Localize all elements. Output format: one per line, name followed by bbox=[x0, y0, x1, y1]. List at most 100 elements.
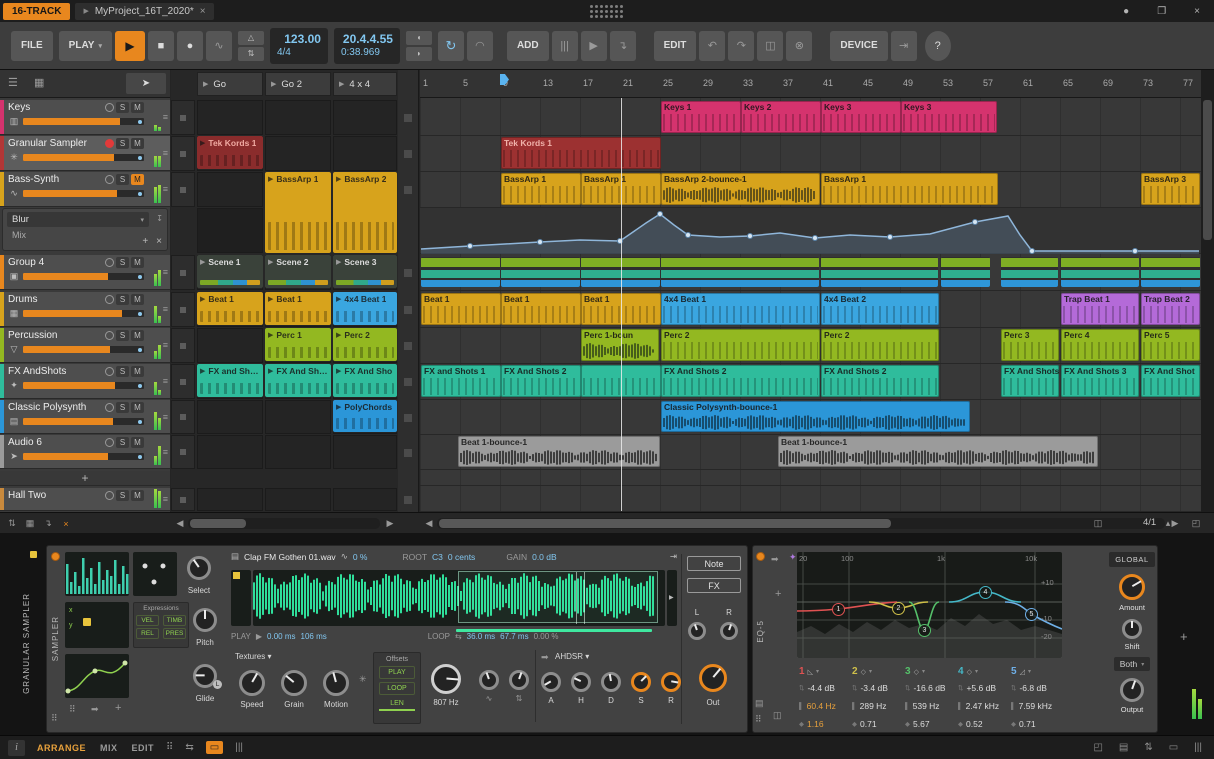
clip-stop-button[interactable] bbox=[171, 136, 195, 171]
launcher-cell[interactable] bbox=[333, 100, 397, 135]
eq-band-node[interactable]: 1 bbox=[832, 603, 845, 616]
expression-rel[interactable]: REL bbox=[136, 628, 159, 639]
window-close-icon[interactable]: × bbox=[1194, 6, 1200, 17]
group-content-clip[interactable] bbox=[661, 257, 819, 287]
launcher-cell[interactable] bbox=[265, 136, 331, 171]
launcher-cell[interactable] bbox=[197, 328, 263, 363]
group-content-clip[interactable] bbox=[1001, 257, 1058, 287]
eq-band-freq[interactable]: ▌ 60.4 Hz bbox=[797, 697, 849, 715]
launcher-cell[interactable] bbox=[197, 400, 263, 434]
clip-stop-button[interactable] bbox=[171, 488, 195, 511]
scene-header[interactable]: ▶ Go 2 bbox=[265, 72, 331, 96]
left-pan-knob[interactable] bbox=[688, 622, 706, 640]
textures-select[interactable]: Textures ▾ bbox=[235, 652, 291, 661]
arranger-stop-button[interactable] bbox=[404, 306, 412, 314]
clip-play-icon[interactable]: ▶ bbox=[200, 295, 205, 303]
arranger-clip[interactable]: FX And Shots 2 bbox=[501, 365, 581, 397]
volume-fader[interactable] bbox=[23, 273, 144, 280]
track-header[interactable]: Classic Polysynth S M ▤ ≡ bbox=[0, 400, 170, 434]
vertical-scrollbar-handle[interactable] bbox=[1203, 100, 1212, 240]
session-indicator-icon[interactable]: ● bbox=[1123, 6, 1129, 17]
snap-grid-icon[interactable]: ▦ bbox=[22, 516, 38, 531]
ahdsr-select[interactable]: AHDSR ▾ bbox=[555, 652, 607, 661]
freeze-icon[interactable]: ✳ bbox=[359, 674, 367, 685]
clip-play-icon[interactable]: ▶ bbox=[336, 175, 341, 183]
env-route-icon[interactable]: ➡ bbox=[541, 652, 549, 663]
footer-tab-mix[interactable]: MIX bbox=[100, 743, 118, 753]
arranger-stop-button[interactable] bbox=[404, 378, 412, 386]
clip-play-icon[interactable]: ▶ bbox=[268, 367, 273, 375]
eq-band-gain[interactable]: ⇅ +5.6 dB bbox=[956, 679, 1008, 697]
launcher-clip[interactable]: ▶ Tek Kords 1 bbox=[197, 136, 263, 169]
launcher-clip[interactable]: ▶ Scene 2 bbox=[265, 255, 331, 288]
grid-resolution[interactable]: 4/1 bbox=[1143, 517, 1156, 528]
loop-selection-region[interactable] bbox=[458, 571, 658, 623]
solo-button[interactable]: S bbox=[116, 490, 129, 501]
overview-icon[interactable]: ◫ bbox=[1090, 516, 1106, 531]
punch-out-icon[interactable]: ◗ bbox=[405, 46, 432, 61]
loop-length-value[interactable]: 67.7 ms bbox=[500, 632, 528, 641]
ahdsr-r-knob[interactable] bbox=[661, 672, 681, 692]
play-length-value[interactable]: 106 ms bbox=[301, 632, 327, 641]
launcher-clip[interactable]: ▶ Perc 1 bbox=[265, 328, 331, 361]
add-modulator-button[interactable]: + bbox=[115, 702, 121, 714]
clip-stop-button[interactable] bbox=[171, 255, 195, 290]
record-arm-button[interactable] bbox=[105, 331, 114, 340]
volume-fader[interactable] bbox=[23, 118, 144, 125]
record-arm-button[interactable] bbox=[105, 258, 114, 267]
arranger-clip[interactable]: FX And Shot bbox=[1141, 365, 1200, 397]
clip-stop-button[interactable] bbox=[171, 172, 195, 207]
record-arm-button[interactable] bbox=[105, 295, 114, 304]
ahdsr-d-knob[interactable] bbox=[601, 672, 621, 692]
preview-play-icon[interactable]: ▶ bbox=[669, 594, 674, 601]
arranger-clip[interactable]: FX And Shots 3 bbox=[1061, 365, 1139, 397]
eq-band-node[interactable]: 5 bbox=[1025, 608, 1038, 621]
arranger-clip[interactable]: BassArp 1 bbox=[821, 173, 998, 205]
eq-band-selector[interactable]: 1 ◺ ▾ bbox=[797, 664, 849, 679]
arranger-clip[interactable]: Classic Polysynth-bounce-1 bbox=[661, 401, 970, 432]
launcher-cell[interactable] bbox=[333, 136, 397, 171]
arranger-stop-button[interactable] bbox=[404, 413, 412, 422]
fx-tab[interactable]: FX bbox=[687, 578, 741, 593]
solo-button[interactable]: S bbox=[116, 437, 129, 448]
group-content-clip[interactable] bbox=[1061, 257, 1139, 287]
clip-play-icon[interactable]: ▶ bbox=[336, 331, 341, 339]
sample-waveform-display[interactable] bbox=[253, 570, 665, 626]
arranger-clip[interactable]: Trap Beat 1 bbox=[1061, 293, 1139, 325]
launcher-cell[interactable] bbox=[197, 172, 263, 207]
offset-loop[interactable]: LOOP bbox=[379, 682, 415, 695]
sample-thumbnail[interactable] bbox=[231, 570, 251, 626]
stop-button[interactable]: ■ bbox=[147, 30, 174, 61]
group-content-clip[interactable] bbox=[821, 257, 938, 287]
dice-mod-display[interactable] bbox=[133, 552, 177, 596]
bar-ruler[interactable]: 1591317212529333741454953576165697377 bbox=[420, 70, 1201, 98]
edit-button[interactable]: EDIT bbox=[653, 30, 697, 61]
eq-band-freq[interactable]: ▌ 7.59 kHz bbox=[1009, 697, 1061, 715]
eq-band-gain[interactable]: ⇅ -16.6 dB bbox=[903, 679, 955, 697]
output-knob[interactable] bbox=[1120, 678, 1144, 702]
layout-list-icon[interactable]: ☰ bbox=[8, 76, 18, 89]
automation-write-icon[interactable]: ∿ bbox=[205, 30, 232, 61]
spread-knob[interactable] bbox=[509, 670, 529, 690]
return-icon[interactable]: ↴ bbox=[40, 516, 56, 531]
arranger-clip[interactable]: Keys 3 bbox=[901, 101, 997, 133]
arranger-stop-button[interactable] bbox=[404, 150, 412, 158]
pointer-tool-button[interactable]: ➤ bbox=[126, 73, 166, 94]
group-content-clip[interactable] bbox=[1141, 257, 1200, 287]
record-arm-button[interactable] bbox=[105, 139, 114, 148]
auto-scroll-icon[interactable]: ⇅ bbox=[4, 516, 20, 531]
punch-in-icon[interactable]: ◖ bbox=[405, 30, 432, 45]
out-knob[interactable] bbox=[699, 664, 727, 692]
cents-value[interactable]: 0 cents bbox=[448, 552, 475, 562]
scene-play-icon[interactable]: ▶ bbox=[271, 80, 276, 88]
clip-play-icon[interactable]: ▶ bbox=[336, 367, 341, 375]
mute-button[interactable]: M bbox=[131, 257, 144, 268]
record-arm-button[interactable] bbox=[105, 367, 114, 376]
clip-stop-button[interactable] bbox=[171, 292, 195, 327]
track-menu-icon[interactable]: ≡ bbox=[163, 447, 168, 457]
track-header[interactable]: Hall Two S M ≡ bbox=[0, 488, 170, 511]
info-button[interactable]: i bbox=[8, 739, 25, 756]
app-tab[interactable]: 16-TRACK bbox=[3, 2, 71, 20]
window-restore-icon[interactable]: ❐ bbox=[1157, 6, 1166, 17]
solo-button[interactable]: S bbox=[116, 366, 129, 377]
